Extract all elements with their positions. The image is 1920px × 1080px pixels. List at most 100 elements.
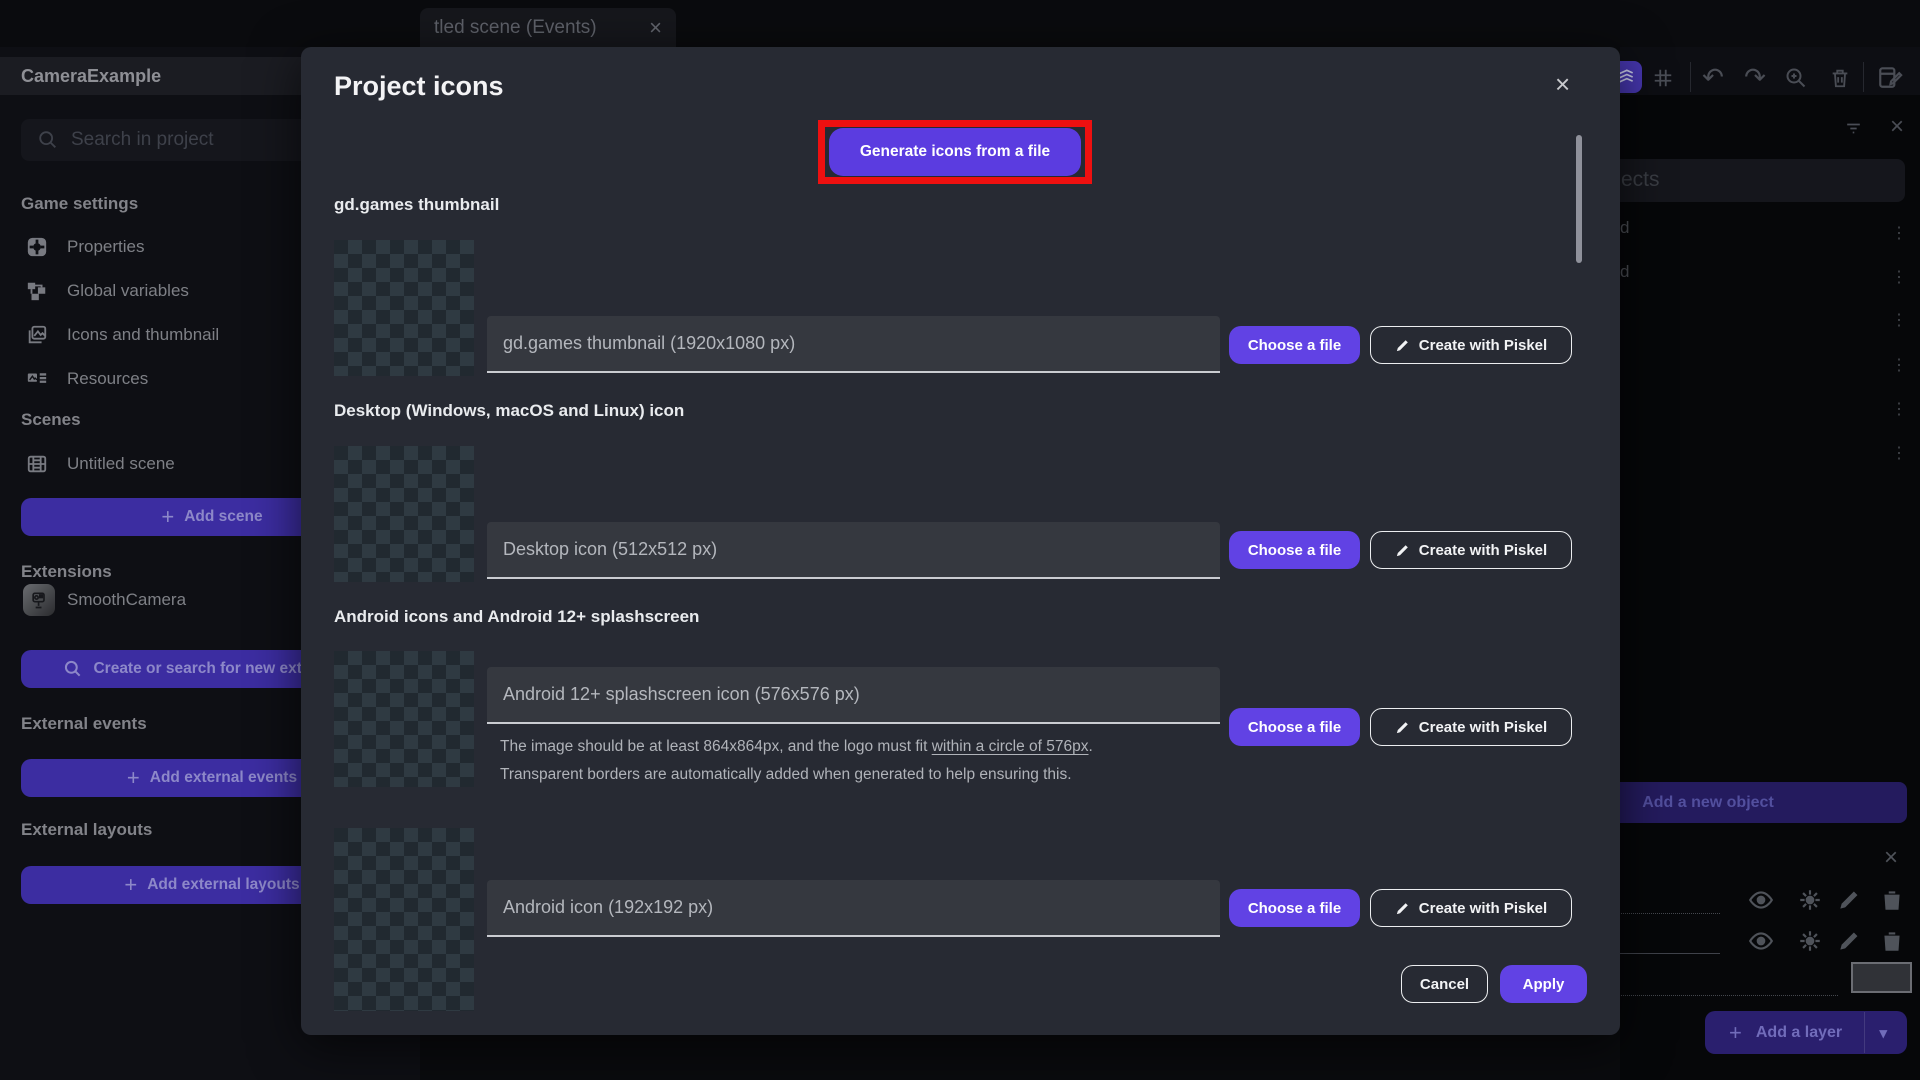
trash-icon[interactable] (1879, 928, 1905, 954)
cancel-button[interactable]: Cancel (1401, 965, 1488, 1003)
grid-icon[interactable] (1651, 66, 1675, 90)
search-icon (63, 659, 83, 679)
filter-icon[interactable] (1843, 118, 1863, 138)
dialog-title: Project icons (334, 71, 504, 101)
create-with-piskel-button[interactable]: Create with Piskel (1370, 531, 1572, 569)
effects-icon[interactable] (1797, 928, 1823, 954)
variables-tree-icon (26, 280, 48, 302)
sidebar-item-label: SmoothCamera (67, 590, 187, 609)
kebab-menu-icon[interactable]: ⋮ (1891, 446, 1907, 462)
section-external-layouts: External layouts (21, 820, 153, 839)
gdevelop-app: tled scene (Events) × CameraExample Sear… (0, 0, 1920, 1080)
sidebar-item-label: Untitled scene (67, 454, 175, 473)
add-layer-button[interactable]: + Add a layer ▾ (1705, 1011, 1907, 1054)
section-label-android: Android icons and Android 12+ splashscre… (334, 607, 700, 626)
sidebar-item-label: Properties (67, 237, 145, 256)
sidebar-item-label: Global variables (67, 281, 189, 300)
eye-icon[interactable] (1748, 928, 1774, 954)
choose-file-button[interactable]: Choose a file (1229, 889, 1360, 927)
section-game-settings: Game settings (21, 194, 139, 213)
pen-icon (1395, 543, 1410, 558)
toolbar-divider (1690, 62, 1691, 92)
android-icon-checkerboard (334, 828, 474, 1011)
create-with-piskel-button[interactable]: Create with Piskel (1370, 889, 1572, 927)
resources-icon (26, 368, 48, 390)
pen-icon (1395, 901, 1410, 916)
thumbnail-preview-checkerboard (334, 240, 474, 376)
create-with-piskel-button[interactable]: Create with Piskel (1370, 326, 1572, 364)
effects-icon[interactable] (1797, 887, 1823, 913)
trash-icon[interactable] (1879, 887, 1905, 913)
android-splash-checkerboard (334, 651, 474, 787)
gear-icon (26, 236, 48, 258)
tab-scene-events[interactable]: tled scene (Events) × (420, 8, 676, 47)
helper-prefix: The image should be at least 864x864px, … (500, 738, 932, 755)
piskel-label: Create with Piskel (1418, 541, 1548, 559)
section-scenes: Scenes (21, 410, 81, 429)
pencil-icon[interactable] (1836, 928, 1862, 954)
search-icon (37, 129, 59, 151)
add-external-events-label: Add external events (149, 769, 298, 786)
eye-icon[interactable] (1748, 887, 1774, 913)
choose-file-button[interactable]: Choose a file (1229, 326, 1360, 364)
generate-icons-button[interactable]: Generate icons from a file (829, 128, 1081, 176)
android-splashscreen-field[interactable] (487, 667, 1220, 724)
pen-icon (1395, 338, 1410, 353)
layer-value-field[interactable] (1851, 962, 1912, 993)
search-objects-visible-text: ects (1621, 168, 1660, 191)
helper-dot: . (1088, 738, 1093, 755)
dialog-close-icon[interactable]: × (1555, 71, 1570, 97)
object-row-truncated: d (1620, 262, 1630, 281)
section-label-gdgames: gd.games thumbnail (334, 195, 500, 214)
gdgames-thumbnail-field[interactable] (487, 316, 1220, 373)
smoothcamera-icon (23, 584, 55, 616)
section-external-events: External events (21, 714, 147, 733)
pencil-icon[interactable] (1836, 887, 1862, 913)
tab-label: tled scene (Events) (434, 16, 597, 38)
add-layer-label: Add a layer (1755, 1023, 1843, 1041)
kebab-menu-icon[interactable]: ⋮ (1891, 358, 1907, 374)
zoom-in-icon[interactable] (1783, 65, 1809, 91)
redo-icon[interactable]: ↷ (1742, 62, 1768, 92)
modal-scrollbar[interactable] (1576, 135, 1582, 263)
kebab-menu-icon[interactable]: ⋮ (1891, 313, 1907, 329)
piskel-label: Create with Piskel (1418, 336, 1548, 354)
helper-underlined: within a circle of 576px (931, 738, 1089, 755)
kebab-menu-icon[interactable]: ⋮ (1891, 226, 1907, 242)
plus-icon: + (126, 765, 140, 790)
choose-file-button[interactable]: Choose a file (1229, 708, 1360, 746)
piskel-label: Create with Piskel (1418, 899, 1548, 917)
add-external-layouts-label: Add external layouts (147, 876, 300, 893)
project-icons-dialog: Project icons × Generate icons from a fi… (301, 47, 1620, 1035)
edit-scene-icon[interactable] (1876, 63, 1904, 91)
project-name: CameraExample (21, 65, 162, 86)
tab-close-icon[interactable]: × (635, 15, 676, 41)
search-placeholder: Search in project (71, 129, 214, 150)
pen-icon (1395, 720, 1410, 735)
desktop-preview-checkerboard (334, 446, 474, 582)
section-label-desktop: Desktop (Windows, macOS and Linux) icon (334, 401, 685, 420)
highlight-annotation: Generate icons from a file (818, 120, 1092, 184)
sidebar-item-label: Resources (67, 369, 149, 388)
create-with-piskel-button[interactable]: Create with Piskel (1370, 708, 1572, 746)
toolbar-divider (1863, 62, 1864, 92)
kebab-menu-icon[interactable]: ⋮ (1891, 402, 1907, 418)
android-icon-field[interactable] (487, 880, 1220, 937)
piskel-label: Create with Piskel (1418, 718, 1548, 736)
trash-icon[interactable] (1827, 65, 1853, 91)
kebab-menu-icon[interactable]: ⋮ (1891, 270, 1907, 286)
layers-panel-close-icon[interactable]: × (1880, 844, 1902, 871)
sidebar-item-label: Icons and thumbnail (67, 325, 220, 344)
undo-icon[interactable]: ↶ (1700, 62, 1726, 92)
apply-button[interactable]: Apply (1500, 965, 1587, 1003)
image-icon (26, 324, 48, 346)
caret-down-icon[interactable]: ▾ (1865, 1024, 1901, 1042)
android-splash-helper-text: The image should be at least 864x864px, … (500, 733, 1240, 789)
choose-file-button[interactable]: Choose a file (1229, 531, 1360, 569)
helper-line2: Transparent borders are automatically ad… (500, 766, 1072, 783)
add-scene-label: Add scene (184, 508, 263, 525)
desktop-icon-field[interactable] (487, 522, 1220, 579)
object-row-truncated: d (1620, 218, 1630, 237)
plus-icon: + (124, 872, 138, 897)
panel-close-icon[interactable]: × (1886, 113, 1908, 140)
